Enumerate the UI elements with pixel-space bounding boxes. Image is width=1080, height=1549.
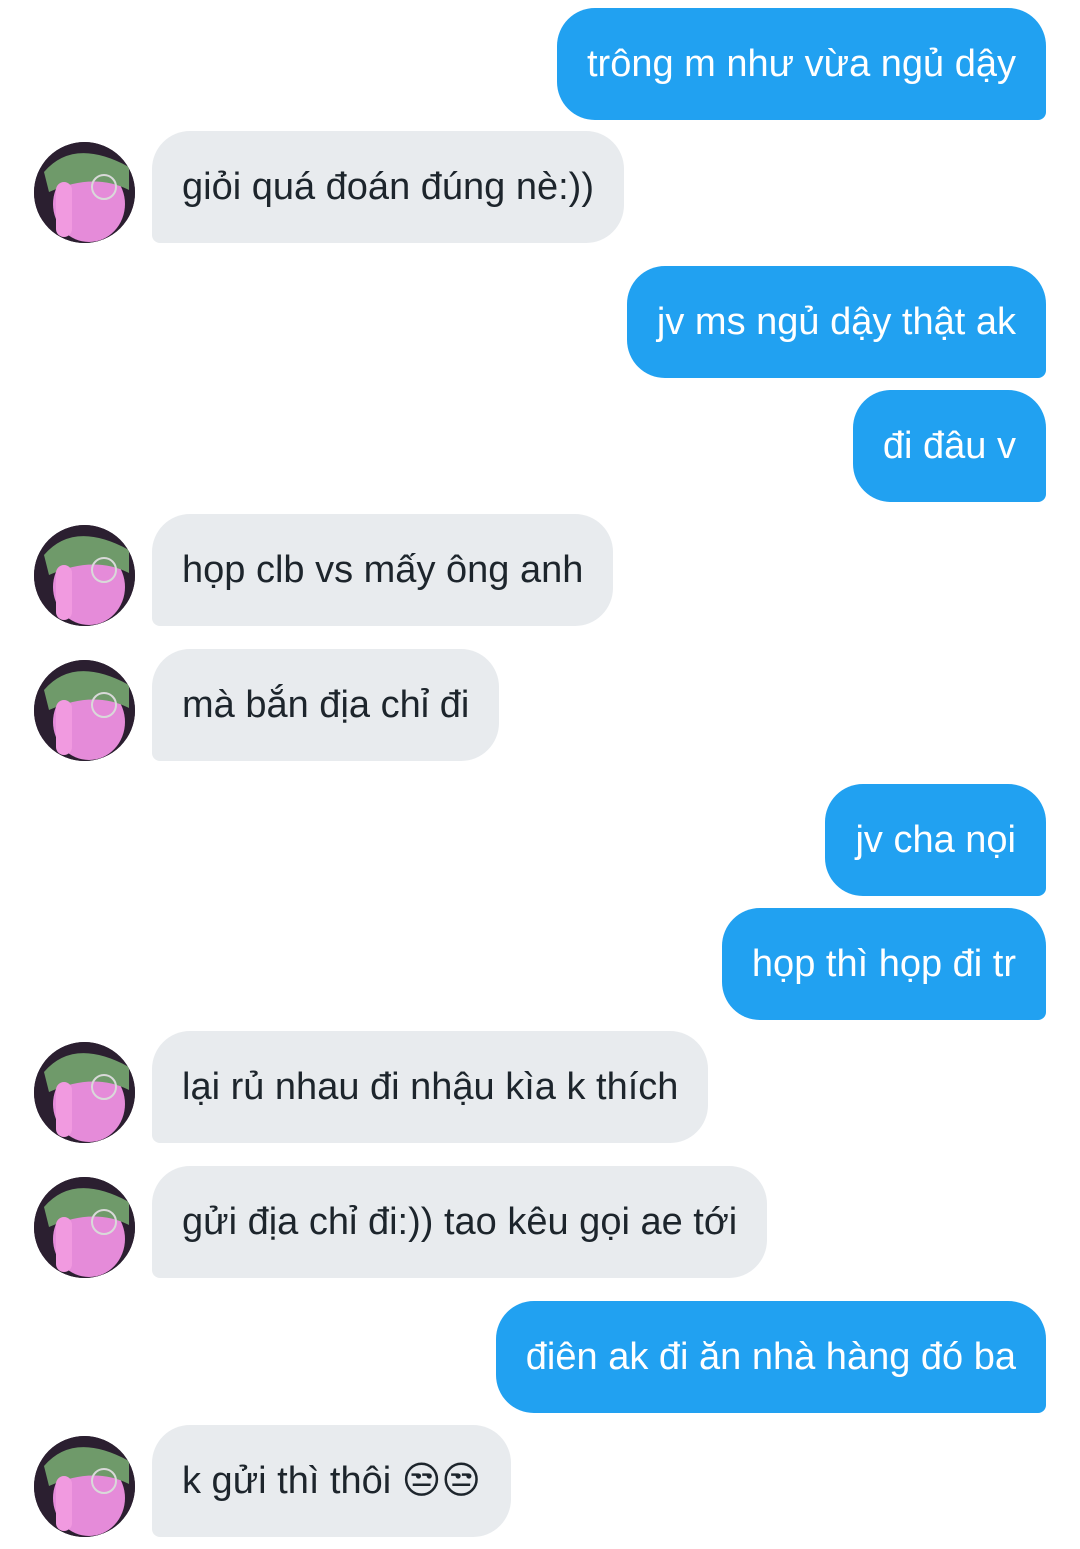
message-text: giỏi quá đoán đúng nè:))	[182, 166, 594, 208]
message-text: điên ak đi ăn nhà hàng đó ba	[525, 1336, 1016, 1378]
message-text: k gửi thì thôi 😒😒	[182, 1460, 481, 1502]
avatar-photo-icon	[34, 1177, 135, 1278]
message-bubble-sent[interactable]: jv ms ngủ dậy thật ak	[626, 266, 1046, 378]
message-text: jv ms ngủ dậy thật ak	[656, 301, 1016, 343]
contact-avatar[interactable]	[34, 525, 135, 626]
avatar-photo-icon	[34, 660, 135, 761]
avatar-photo-icon	[34, 525, 135, 626]
message-text: jv cha nọi	[855, 819, 1016, 861]
avatar-photo-icon	[34, 1436, 135, 1537]
message-bubble-received[interactable]: họp clb vs mấy ông anh	[152, 514, 614, 626]
contact-avatar[interactable]	[34, 142, 135, 243]
contact-avatar[interactable]	[34, 1436, 135, 1537]
message-text: họp thì họp đi tr	[751, 943, 1016, 985]
message-text: lại rủ nhau đi nhậu kìa k thích	[182, 1066, 679, 1108]
message-bubble-sent[interactable]: họp thì họp đi tr	[721, 908, 1046, 1020]
message-bubble-received[interactable]: gửi địa chỉ đi:)) tao kêu gọi ae tới	[152, 1166, 768, 1278]
avatar-photo-icon	[34, 1042, 135, 1143]
avatar-photo-icon	[34, 142, 135, 243]
message-bubble-received[interactable]: giỏi quá đoán đúng nè:))	[152, 131, 624, 243]
message-text: mà bắn địa chỉ đi	[182, 684, 470, 726]
contact-avatar[interactable]	[34, 660, 135, 761]
message-bubble-sent[interactable]: điên ak đi ăn nhà hàng đó ba	[495, 1301, 1046, 1413]
contact-avatar[interactable]	[34, 1177, 135, 1278]
message-bubble-received[interactable]: k gửi thì thôi 😒😒	[152, 1425, 511, 1537]
message-bubble-sent[interactable]: jv cha nọi	[825, 784, 1046, 896]
message-bubble-sent[interactable]: trông m như vừa ngủ dậy	[556, 8, 1046, 120]
message-bubble-received[interactable]: mà bắn địa chỉ đi	[152, 649, 500, 761]
contact-avatar[interactable]	[34, 1042, 135, 1143]
message-text: trông m như vừa ngủ dậy	[586, 43, 1016, 85]
message-bubble-received[interactable]: lại rủ nhau đi nhậu kìa k thích	[152, 1031, 709, 1143]
message-text: họp clb vs mấy ông anh	[182, 549, 584, 591]
message-bubble-sent[interactable]: đi đâu v	[852, 390, 1046, 502]
message-text: gửi địa chỉ đi:)) tao kêu gọi ae tới	[182, 1201, 738, 1243]
message-text: đi đâu v	[882, 425, 1016, 467]
